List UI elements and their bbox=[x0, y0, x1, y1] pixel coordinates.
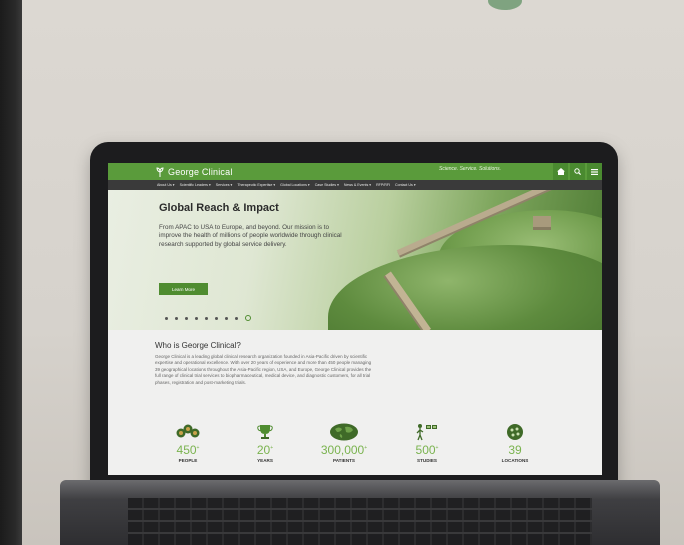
stat-locations: 39 LOCATIONS bbox=[480, 423, 550, 463]
carousel-dot[interactable] bbox=[225, 316, 228, 320]
home-icon[interactable] bbox=[553, 163, 568, 180]
hero-banner: Global Reach & Impact From APAC to USA t… bbox=[108, 190, 602, 330]
laptop-keyboard bbox=[128, 498, 592, 545]
hero-text: From APAC to USA to Europe, and beyond. … bbox=[159, 224, 342, 248]
site-logo[interactable]: George Clinical bbox=[156, 167, 233, 177]
stat-label: PEOPLE bbox=[178, 458, 198, 463]
stat-label: PATIENTS bbox=[332, 458, 356, 463]
nav-item-services[interactable]: Services ▾ bbox=[216, 183, 233, 187]
stat-value: 39 bbox=[508, 443, 522, 457]
nav-item-scientific-leaders[interactable]: Scientific Leaders ▾ bbox=[180, 183, 211, 187]
brand-name: George Clinical bbox=[168, 166, 233, 177]
stat-value: 300,000 bbox=[320, 443, 365, 457]
nav-item-rfp-rfi[interactable]: RFP/RFI bbox=[376, 183, 390, 187]
carousel-dot[interactable] bbox=[235, 316, 238, 320]
stat-years: 20+ YEARS bbox=[230, 423, 300, 463]
stat-label: STUDIES bbox=[417, 458, 437, 463]
stat-suffix: + bbox=[435, 445, 439, 451]
stat-label: LOCATIONS bbox=[501, 458, 529, 463]
menu-icon[interactable] bbox=[587, 163, 602, 180]
leaf-logo-icon bbox=[156, 166, 164, 177]
nav-item-news-events[interactable]: News & Events ▾ bbox=[344, 183, 371, 187]
carousel-dot[interactable] bbox=[185, 316, 188, 320]
laptop-screen: George Clinical Science. Service. Soluti… bbox=[108, 163, 602, 475]
stat-patients: 300,000+ PATIENTS bbox=[309, 423, 379, 463]
nav-item-global-locations[interactable]: Global Locations ▾ bbox=[280, 183, 310, 187]
section-text: George Clinical is a leading global clin… bbox=[155, 354, 372, 385]
nav-item-contact-us[interactable]: Contact Us ▾ bbox=[395, 183, 416, 187]
stat-suffix: + bbox=[270, 445, 274, 451]
stat-label: YEARS bbox=[257, 458, 273, 463]
trophy-icon bbox=[230, 423, 300, 441]
carousel-dots bbox=[165, 315, 258, 321]
stats-row: 450+ PEOPLE 20+ YEARS 300,000+ PATIENTS … bbox=[153, 423, 553, 473]
hero-title: Global Reach & Impact bbox=[159, 202, 279, 214]
stat-value: 450 bbox=[176, 443, 197, 457]
globe-icon bbox=[309, 423, 379, 441]
site-header: George Clinical Science. Service. Soluti… bbox=[108, 163, 602, 180]
nav-item-case-studies[interactable]: Case Studies ▾ bbox=[315, 183, 339, 187]
watchtower bbox=[533, 216, 551, 230]
studies-icon bbox=[392, 423, 462, 441]
carousel-dot[interactable] bbox=[165, 316, 168, 320]
carousel-dot[interactable] bbox=[175, 316, 178, 320]
locations-icon bbox=[480, 423, 550, 441]
stat-value: 500 bbox=[415, 443, 436, 457]
carousel-dot[interactable] bbox=[215, 316, 218, 320]
about-section: Who is George Clinical? George Clinical … bbox=[108, 330, 602, 475]
stat-suffix: + bbox=[364, 445, 368, 451]
people-icon bbox=[153, 423, 223, 441]
hero-mountain-front bbox=[328, 245, 602, 330]
dark-edge bbox=[0, 0, 22, 545]
carousel-dot[interactable] bbox=[195, 316, 198, 320]
carousel-dot[interactable] bbox=[205, 316, 208, 320]
stat-studies: 500+ STUDIES bbox=[392, 423, 462, 463]
stat-suffix: + bbox=[196, 445, 200, 451]
photo-scene: George Clinical Science. Service. Soluti… bbox=[0, 0, 684, 545]
section-title: Who is George Clinical? bbox=[155, 341, 241, 350]
site-tagline: Science. Service. Solutions. bbox=[439, 166, 501, 172]
nav-item-about-us[interactable]: About Us ▾ bbox=[157, 183, 175, 187]
carousel-dot-active[interactable] bbox=[245, 315, 251, 321]
stat-value: 20 bbox=[256, 443, 271, 457]
header-icons bbox=[551, 163, 602, 180]
plant-leaf bbox=[488, 0, 522, 10]
learn-more-button[interactable]: Learn More bbox=[159, 283, 208, 295]
main-nav: About Us ▾ Scientific Leaders ▾ Services… bbox=[108, 180, 602, 190]
stat-people: 450+ PEOPLE bbox=[153, 423, 223, 463]
search-icon[interactable] bbox=[570, 163, 585, 180]
nav-item-therapeutic-expertise[interactable]: Therapeutic Expertise ▾ bbox=[237, 183, 275, 187]
